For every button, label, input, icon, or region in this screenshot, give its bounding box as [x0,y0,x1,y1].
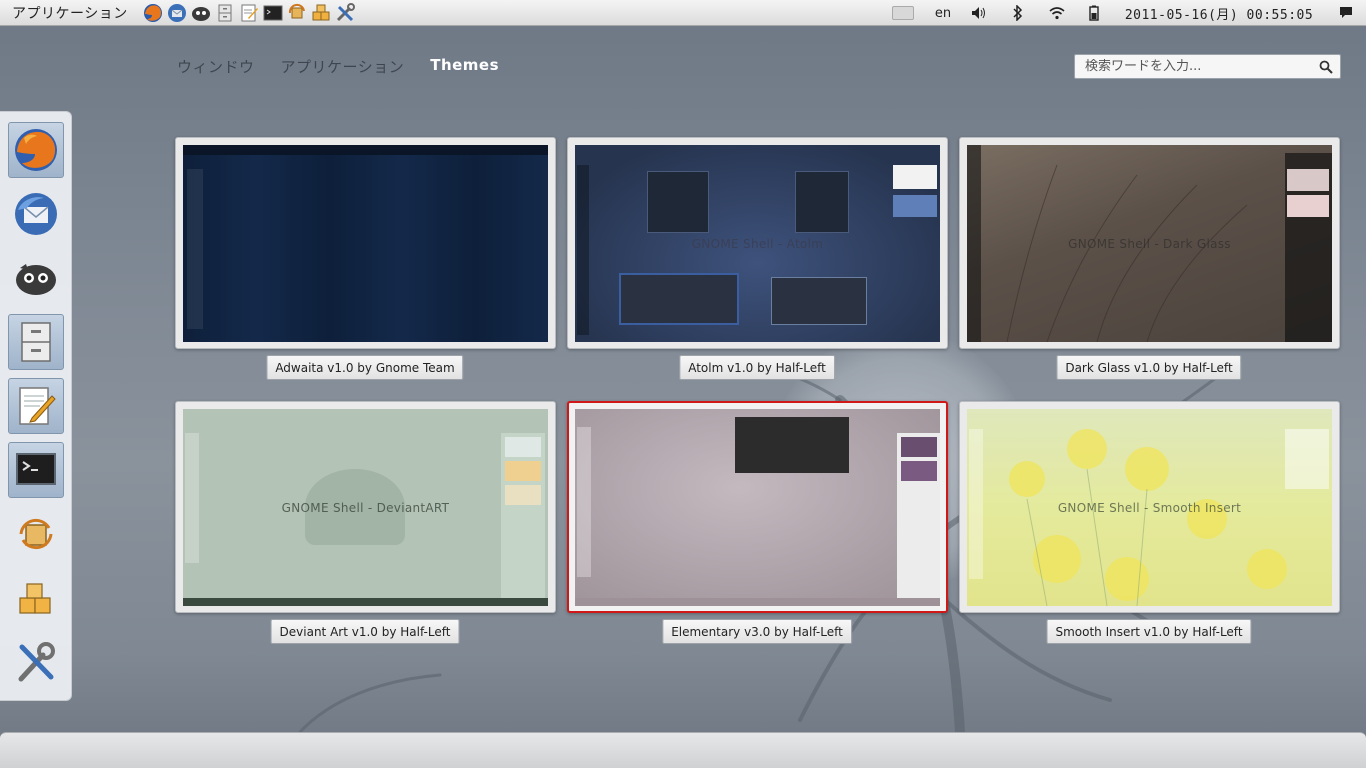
dash-item-firefox[interactable] [8,122,64,178]
message-tray[interactable] [0,732,1366,768]
overview-tabs: ウィンドウ アプリケーション Themes [177,56,525,77]
theme-caption: Dark Glass v1.0 by Half-Left [1056,355,1242,380]
dash-item-terminal[interactable] [8,442,64,498]
file-cabinet-icon [21,322,51,362]
dash-item-system-tools[interactable] [8,634,64,690]
theme-thumbnail-text: GNOME Shell - Smooth Insert [1057,500,1242,515]
firefox-icon[interactable] [142,2,164,24]
theme-thumbnail [183,145,548,342]
terminal-icon[interactable] [262,2,284,24]
tab-windows[interactable]: ウィンドウ [177,56,255,77]
theme-tile-deviant-art[interactable]: GNOME Shell - DeviantART [175,401,556,613]
search-box [1074,54,1341,79]
search-input[interactable] [1085,59,1317,74]
system-tools-icon[interactable] [334,2,356,24]
theme-tile-dark-glass[interactable]: GNOME Shell - Dark Glass [959,137,1340,349]
dash-item-update-manager[interactable] [8,506,64,562]
theme-thumbnail: GNOME Shell - Dark Glass [967,145,1332,342]
theme-caption: Atolm v1.0 by Half-Left [679,355,835,380]
search-icon [1319,60,1333,74]
dash [0,111,72,701]
package-installer-icon [19,583,51,614]
keyboard-icon[interactable] [890,0,916,26]
thunderbird-icon [15,193,57,235]
pidgin-icon [16,264,56,295]
theme-caption: Elementary v3.0 by Half-Left [662,619,852,644]
tab-themes[interactable]: Themes [430,56,499,77]
package-installer-icon[interactable] [310,2,332,24]
dash-item-thunderbird[interactable] [8,186,64,242]
system-tray: en 2011-05-16(月) 00:55:05 [890,0,1366,26]
theme-caption: Deviant Art v1.0 by Half-Left [270,619,460,644]
firefox-icon [15,129,57,171]
applications-menu[interactable]: アプリケーション [0,3,140,23]
theme-tile-atolm[interactable]: GNOME Shell - Atolm [567,137,948,349]
theme-caption: Adwaita v1.0 by Gnome Team [266,355,464,380]
theme-caption: Smooth Insert v1.0 by Half-Left [1046,619,1252,644]
bluetooth-icon[interactable] [998,0,1038,26]
panel-launchers [142,2,356,24]
file-cabinet-icon[interactable] [214,2,236,24]
theme-thumbnail-text: GNOME Shell - DeviantART [281,500,450,515]
theme-thumbnail: GNOME Shell - DeviantART [183,409,548,606]
tab-applications[interactable]: アプリケーション [281,56,405,77]
theme-thumbnail-text: GNOME Shell - Atolm [691,236,824,251]
clock[interactable]: 2011-05-16(月) 00:55:05 [1112,0,1326,26]
system-tools-icon [18,642,55,682]
theme-tile-smooth-insert[interactable]: GNOME Shell - Smooth Insert [959,401,1340,613]
dash-item-package-installer[interactable] [8,570,64,626]
update-manager-icon [19,518,53,550]
theme-thumbnail-text: GNOME Shell - Dark Glass [1068,236,1231,251]
theme-thumbnail [575,409,940,606]
wifi-icon[interactable] [1038,0,1076,26]
text-editor-icon[interactable] [238,2,260,24]
messages-icon[interactable] [1326,0,1366,26]
theme-tile-elementary[interactable] [567,401,948,613]
terminal-icon [16,453,56,485]
dash-item-text-editor[interactable] [8,378,64,434]
volume-icon[interactable] [960,0,998,26]
thunderbird-icon[interactable] [166,2,188,24]
theme-thumbnail: GNOME Shell - Atolm [575,145,940,342]
update-manager-icon[interactable] [286,2,308,24]
theme-tile-adwaita[interactable] [175,137,556,349]
dash-item-file-cabinet[interactable] [8,314,64,370]
keyboard-layout-indicator[interactable]: en [926,0,960,26]
text-editor-icon [19,387,56,425]
top-panel: アプリケーション en 2011-05-16(月) 00:55:05 [0,0,1366,26]
battery-icon[interactable] [1076,0,1112,26]
desktop-background [0,0,1366,768]
tree-silhouette [298,358,1242,737]
dash-item-pidgin[interactable] [8,250,64,306]
pidgin-icon[interactable] [190,2,212,24]
theme-thumbnail: GNOME Shell - Smooth Insert [967,409,1332,606]
